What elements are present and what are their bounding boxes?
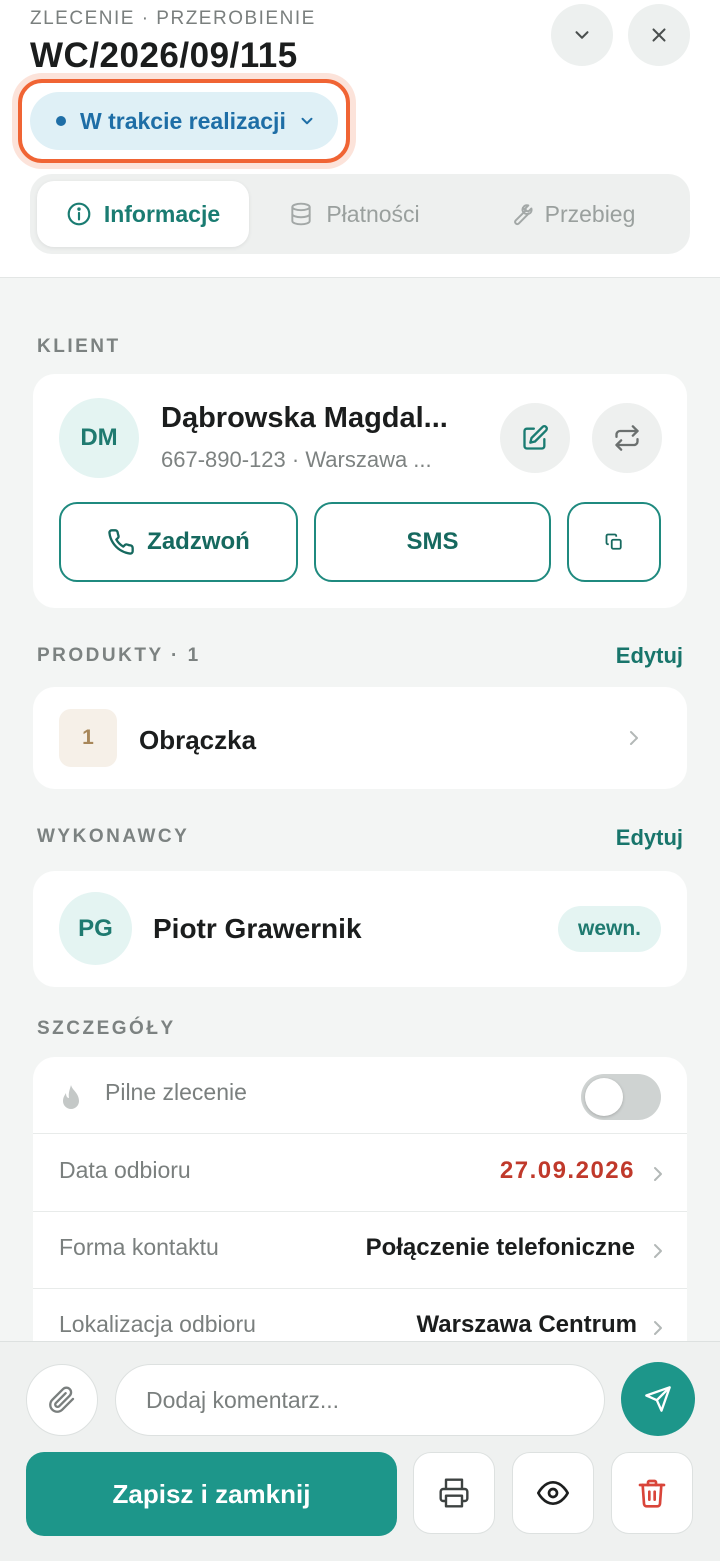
chevron-right-icon xyxy=(654,1321,662,1335)
tab-label: Płatności xyxy=(326,200,420,227)
status-highlight: W trakcie realizacji xyxy=(18,79,350,163)
chevron-right-icon xyxy=(654,1167,662,1181)
save-and-close-button[interactable]: Zapisz i zamknij xyxy=(26,1452,397,1536)
order-type-label: ZLECENIE · PRZEROBIENIE xyxy=(30,8,316,29)
wrench-icon xyxy=(513,204,533,226)
product-row[interactable]: 1 Obrączka xyxy=(33,687,687,789)
order-number: WC/2026/09/115 xyxy=(30,36,298,75)
sms-label: SMS xyxy=(406,528,459,555)
tab-informacje[interactable]: Informacje xyxy=(37,181,249,247)
status-dot-icon xyxy=(56,116,66,126)
contact-form-label: Forma kontaktu xyxy=(59,1234,219,1260)
delete-button[interactable] xyxy=(611,1452,693,1534)
paperclip-icon xyxy=(49,1386,75,1413)
urgent-toggle[interactable] xyxy=(581,1074,661,1120)
tab-label: Przebieg xyxy=(544,200,636,227)
details-section-label: SZCZEGÓŁY xyxy=(37,1018,176,1039)
close-button[interactable] xyxy=(628,4,690,66)
worker-type-badge: wewn. xyxy=(557,906,661,952)
chevron-right-icon xyxy=(654,1244,662,1258)
tab-platnosci[interactable]: Płatności xyxy=(249,181,459,247)
sms-button[interactable]: SMS xyxy=(314,502,551,582)
call-button[interactable]: Zadzwoń xyxy=(59,502,298,582)
status-dropdown[interactable]: W trakcie realizacji xyxy=(30,92,338,150)
product-quantity: 1 xyxy=(59,709,117,767)
preview-button[interactable] xyxy=(512,1452,594,1534)
status-label: W trakcie realizacji xyxy=(80,107,286,134)
info-icon xyxy=(67,202,91,226)
send-button[interactable] xyxy=(621,1362,695,1436)
workers-section-label: WYKONAWCY xyxy=(37,826,190,847)
product-name: Obrączka xyxy=(139,725,257,755)
pickup-date-row[interactable]: Data odbioru 27.09.2026 xyxy=(33,1135,687,1212)
products-section-label: PRODUKTY · 1 xyxy=(37,645,201,666)
bottom-bar: Zapisz i zamknij xyxy=(0,1341,720,1561)
edit-products-link[interactable]: Edytuj xyxy=(616,643,683,669)
edit-client-button[interactable] xyxy=(500,403,570,473)
urgent-row: Pilne zlecenie xyxy=(33,1057,687,1134)
printer-icon xyxy=(439,1478,469,1508)
edit-workers-link[interactable]: Edytuj xyxy=(616,825,683,851)
worker-name: Piotr Grawernik xyxy=(153,913,362,944)
avatar: DM xyxy=(59,398,139,478)
urgent-label: Pilne zlecenie xyxy=(105,1079,247,1105)
client-details: 667-890-123 · Warszawa ... xyxy=(161,447,432,472)
client-section-label: KLIENT xyxy=(37,336,121,357)
collapse-button[interactable] xyxy=(551,4,613,66)
phone-icon xyxy=(108,529,135,555)
tab-label: Informacje xyxy=(103,200,221,227)
pickup-location-value: Warszawa Centrum xyxy=(416,1311,638,1338)
attach-button[interactable] xyxy=(26,1364,98,1436)
client-name: Dąbrowska Magdal... xyxy=(161,402,448,434)
avatar: PG xyxy=(59,892,132,965)
header: ZLECENIE · PRZEROBIENIE WC/2026/09/115 W… xyxy=(0,0,720,278)
worker-row[interactable]: PG Piotr Grawernik wewn. xyxy=(33,871,687,987)
contact-form-value: Połączenie telefoniczne xyxy=(365,1234,635,1261)
chevron-down-icon xyxy=(301,117,313,125)
tab-przebieg[interactable]: Przebieg xyxy=(459,181,683,247)
send-icon xyxy=(645,1386,671,1412)
close-icon xyxy=(652,28,666,42)
eye-icon xyxy=(537,1481,569,1505)
tab-bar: Informacje Płatności Przebieg xyxy=(30,174,690,254)
chevron-right-icon xyxy=(630,731,638,745)
swap-icon xyxy=(615,425,639,451)
details-card: Pilne zlecenie Data odbioru 27.09.2026 F… xyxy=(33,1057,687,1357)
pickup-date-label: Data odbioru xyxy=(59,1157,191,1183)
edit-icon xyxy=(523,425,548,450)
change-client-button[interactable] xyxy=(592,403,662,473)
copy-button[interactable] xyxy=(567,502,661,582)
client-card: DM Dąbrowska Magdal... 667-890-123 · War… xyxy=(33,374,687,608)
chevron-down-icon xyxy=(575,31,589,39)
print-button[interactable] xyxy=(413,1452,495,1534)
pickup-location-label: Lokalizacja odbioru xyxy=(59,1311,256,1337)
database-icon xyxy=(291,202,311,226)
contact-form-row[interactable]: Forma kontaktu Połączenie telefoniczne xyxy=(33,1212,687,1289)
call-label: Zadzwoń xyxy=(147,528,250,555)
flame-icon xyxy=(63,1085,79,1109)
pickup-date-value: 27.09.2026 xyxy=(499,1157,635,1184)
trash-icon xyxy=(638,1479,666,1508)
copy-icon xyxy=(605,533,622,550)
comment-input[interactable] xyxy=(115,1364,605,1436)
